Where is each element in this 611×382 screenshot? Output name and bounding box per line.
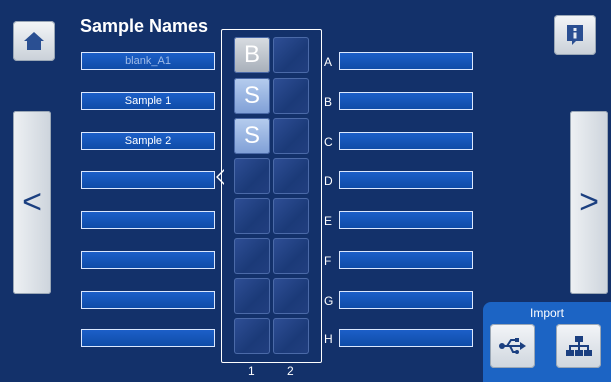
well-a2[interactable] [273, 37, 309, 73]
page-title: Sample Names [80, 16, 209, 36]
sample-name-field-c[interactable]: Sample 2 [81, 132, 215, 150]
import-panel: Import [483, 302, 611, 382]
row-label-f: F [324, 254, 332, 268]
well-b1[interactable]: S [234, 78, 270, 114]
sample-name-field-d[interactable] [81, 171, 215, 189]
row-field-d[interactable] [339, 171, 473, 189]
sample-name-field-a[interactable]: blank_A1 [81, 52, 215, 70]
previous-button[interactable]: < [13, 111, 51, 294]
info-icon [567, 25, 583, 45]
row-label-a: A [324, 55, 333, 69]
sample-name-field-h[interactable] [81, 329, 215, 347]
sample-name-field-g[interactable] [81, 291, 215, 309]
row-label-h: H [324, 332, 333, 346]
well-g1[interactable] [234, 278, 270, 314]
row-field-e[interactable] [339, 211, 473, 229]
row-label-c: C [324, 135, 333, 149]
well-f2[interactable] [273, 238, 309, 274]
network-import-button[interactable] [556, 324, 601, 368]
well-g2[interactable] [273, 278, 309, 314]
well-h2[interactable] [273, 318, 309, 354]
row-label-b: B [324, 95, 333, 109]
well-h1[interactable] [234, 318, 270, 354]
sample-name-field-e[interactable] [81, 211, 215, 229]
import-title: Import [529, 306, 564, 320]
usb-import-button[interactable] [490, 324, 535, 368]
home-icon [24, 32, 44, 50]
well-c2[interactable] [273, 118, 309, 154]
info-button[interactable] [554, 15, 596, 55]
sample-name-field-f[interactable] [81, 251, 215, 269]
row-field-h[interactable] [339, 329, 473, 347]
column-label-2: 2 [287, 364, 294, 378]
row-label-d: D [324, 174, 333, 188]
row-field-c[interactable] [339, 132, 473, 150]
usb-icon [498, 338, 526, 354]
sample-name-field-b[interactable]: Sample 1 [81, 92, 215, 110]
well-b2[interactable] [273, 78, 309, 114]
well-d2[interactable] [273, 158, 309, 194]
well-d1[interactable] [234, 158, 270, 194]
home-button[interactable] [13, 21, 55, 61]
row-field-g[interactable] [339, 291, 473, 309]
well-e2[interactable] [273, 198, 309, 234]
row-field-a[interactable] [339, 52, 473, 70]
network-icon [565, 336, 592, 356]
well-e1[interactable] [234, 198, 270, 234]
chevron-left-icon: < [22, 183, 42, 221]
well-a1[interactable]: B [234, 37, 270, 73]
chevron-right-icon: > [579, 183, 599, 221]
row-field-b[interactable] [339, 92, 473, 110]
row-field-f[interactable] [339, 251, 473, 269]
row-label-g: G [324, 294, 334, 308]
well-c1[interactable]: S [234, 118, 270, 154]
row-label-e: E [324, 214, 333, 228]
well-f1[interactable] [234, 238, 270, 274]
next-button[interactable]: > [570, 111, 608, 294]
column-label-1: 1 [248, 364, 255, 378]
